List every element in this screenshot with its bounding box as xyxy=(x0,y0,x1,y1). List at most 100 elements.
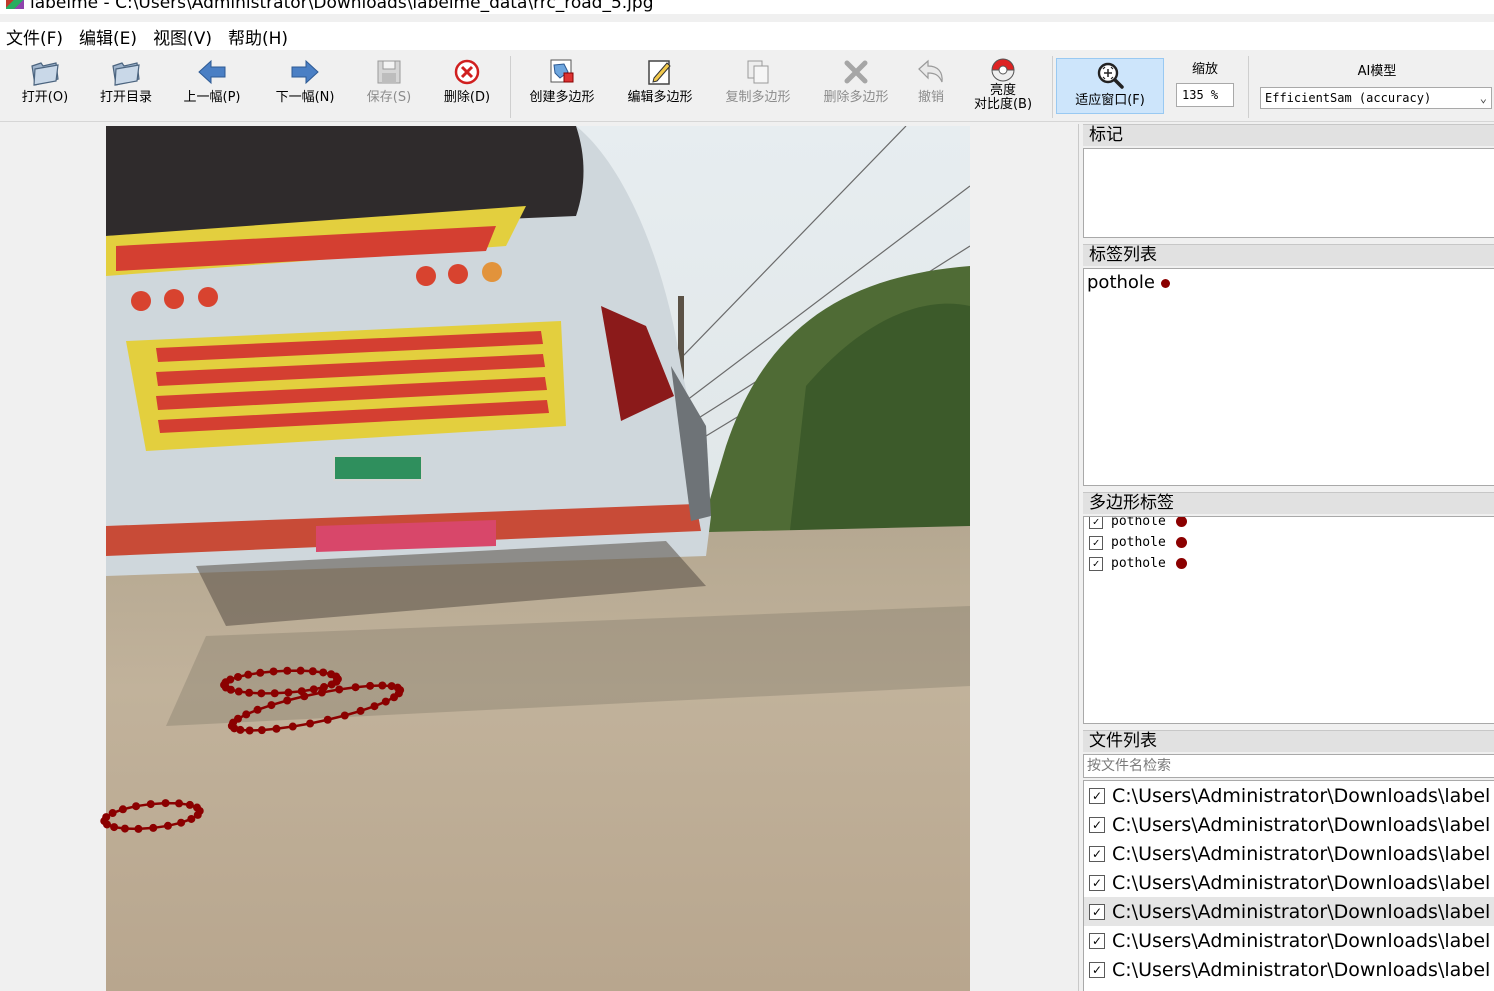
polygon-vertex[interactable] xyxy=(120,824,129,833)
polygon-vertex[interactable] xyxy=(308,667,317,676)
delete-polygon-button[interactable]: 删除多边形 xyxy=(814,56,898,118)
polygon-vertex[interactable] xyxy=(118,805,127,814)
checkbox-checked-icon[interactable]: ✓ xyxy=(1089,903,1105,920)
polygon-vertex[interactable] xyxy=(267,701,276,710)
menu-help[interactable]: 帮助(H) xyxy=(228,24,288,49)
prev-image-button[interactable]: 上一幅(P) xyxy=(174,56,250,118)
polygon-vertex[interactable] xyxy=(163,821,172,830)
polygon-vertex[interactable] xyxy=(393,683,402,692)
checkbox-checked-icon[interactable]: ✓ xyxy=(1089,845,1105,862)
image-canvas[interactable] xyxy=(0,124,1076,991)
polygon-label-list[interactable]: ✓ pothole ✓ pothole ✓ pothole xyxy=(1083,516,1494,724)
polygon-vertex[interactable] xyxy=(300,692,309,701)
polygon-vertex[interactable] xyxy=(323,715,332,724)
polygon-vertex[interactable] xyxy=(257,726,266,735)
polygon-vertex[interactable] xyxy=(356,706,365,715)
polygon-vertex[interactable] xyxy=(296,666,305,675)
polygon-vertex[interactable] xyxy=(185,800,194,809)
open-dir-button[interactable]: 打开目录 xyxy=(92,56,160,118)
checkbox-checked-icon[interactable]: ✓ xyxy=(1089,556,1103,571)
checkbox-checked-icon[interactable]: ✓ xyxy=(1089,816,1105,833)
polygon-vertex[interactable] xyxy=(193,803,202,812)
polygon-vertex[interactable] xyxy=(257,689,266,698)
polygon-vertex[interactable] xyxy=(187,814,196,823)
copy-polygon-button[interactable]: 复制多边形 xyxy=(716,56,800,118)
polygon-vertex[interactable] xyxy=(161,799,170,808)
polygon-vertex[interactable] xyxy=(149,823,158,832)
checkbox-checked-icon[interactable]: ✓ xyxy=(1089,932,1105,949)
polygon-vertex[interactable] xyxy=(242,710,251,719)
checkbox-checked-icon[interactable]: ✓ xyxy=(1089,517,1103,529)
polygon-vertex[interactable] xyxy=(340,711,349,720)
polygon-vertex[interactable] xyxy=(175,799,184,808)
checkbox-checked-icon[interactable]: ✓ xyxy=(1089,961,1105,978)
polygon-vertex[interactable] xyxy=(270,689,279,698)
create-polygon-button[interactable]: 创建多边形 xyxy=(520,56,604,118)
polygon-vertex[interactable] xyxy=(234,687,243,696)
polygon-vertex[interactable] xyxy=(309,685,318,694)
menu-view[interactable]: 视图(V) xyxy=(153,24,212,49)
polygon-vertex[interactable] xyxy=(245,726,254,735)
zoom-input[interactable] xyxy=(1176,83,1234,107)
polygon-vertex[interactable] xyxy=(306,719,315,728)
file-search-input[interactable]: 按文件名检索 xyxy=(1083,754,1494,778)
open-button[interactable]: 打开(O) xyxy=(14,56,76,118)
polygon-vertex[interactable] xyxy=(378,681,387,690)
polygon-vertex[interactable] xyxy=(177,818,186,827)
label-list[interactable]: pothole xyxy=(1083,268,1494,486)
polygon-vertex[interactable] xyxy=(351,683,360,692)
polygon-vertex[interactable] xyxy=(253,705,262,714)
polygon-vertex[interactable] xyxy=(256,668,265,677)
file-list-item[interactable]: ✓ C:\Users\Administrator\Downloads\label xyxy=(1084,955,1494,984)
ai-model-select[interactable]: EfficientSam (accuracy) ⌄ xyxy=(1260,87,1492,109)
file-list-item[interactable]: ✓ C:\Users\Administrator\Downloads\label xyxy=(1084,926,1494,955)
file-list-item-selected[interactable]: ✓ C:\Users\Administrator\Downloads\label xyxy=(1084,897,1494,926)
polygon-vertex[interactable] xyxy=(132,802,141,811)
polygon-vertex[interactable] xyxy=(283,666,292,675)
polygon-vertex[interactable] xyxy=(134,824,143,833)
polygon-vertex[interactable] xyxy=(335,685,344,694)
polygon-vertex[interactable] xyxy=(146,800,155,809)
polygon-vertex[interactable] xyxy=(366,681,375,690)
next-image-button[interactable]: 下一幅(N) xyxy=(266,56,344,118)
polygon-list-item[interactable]: ✓ pothole xyxy=(1084,553,1494,574)
polygon-vertex[interactable] xyxy=(283,696,292,705)
polygon-vertex[interactable] xyxy=(317,688,326,697)
checkbox-checked-icon[interactable]: ✓ xyxy=(1089,874,1105,891)
polygon-vertex[interactable] xyxy=(226,675,235,684)
polygon-list-item[interactable]: ✓ pothole xyxy=(1084,517,1494,532)
checkbox-checked-icon[interactable]: ✓ xyxy=(1089,535,1103,550)
checkbox-checked-icon[interactable]: ✓ xyxy=(1089,787,1105,804)
file-list-item[interactable]: ✓ C:\Users\Administrator\Downloads\label xyxy=(1084,839,1494,868)
menu-file[interactable]: 文件(F) xyxy=(6,24,63,49)
save-button[interactable]: 保存(S) xyxy=(358,56,420,118)
brightness-contrast-button[interactable]: 亮度 对比度(B) xyxy=(964,56,1042,118)
polygon-vertex[interactable] xyxy=(108,809,117,818)
polygon-vertex[interactable] xyxy=(269,667,278,676)
polygon-vertex[interactable] xyxy=(288,722,297,731)
polygon-vertex[interactable] xyxy=(319,668,328,677)
polygon-vertex[interactable] xyxy=(381,697,390,706)
polygon-vertex[interactable] xyxy=(110,823,119,832)
polygon-vertex[interactable] xyxy=(245,688,254,697)
file-list-item[interactable]: ✓ C:\Users\Administrator\Downloads\label xyxy=(1084,868,1494,897)
file-list-item[interactable]: ✓ C:\Users\Administrator\Downloads\label xyxy=(1084,781,1494,810)
delete-file-button[interactable]: 删除(D) xyxy=(436,56,498,118)
polygon-vertex[interactable] xyxy=(244,670,253,679)
polygon-vertex[interactable] xyxy=(370,702,379,711)
undo-button[interactable]: 撤销 xyxy=(908,56,954,118)
polygon-vertex[interactable] xyxy=(234,672,243,681)
polygon-list-item[interactable]: ✓ pothole xyxy=(1084,532,1494,553)
polygon-vertex[interactable] xyxy=(272,724,281,733)
label-list-item[interactable]: pothole xyxy=(1084,271,1494,295)
menu-edit[interactable]: 编辑(E) xyxy=(79,24,137,49)
file-list-item[interactable]: ✓ C:\Users\Administrator\Downloads\label xyxy=(1084,810,1494,839)
polygon-vertex[interactable] xyxy=(284,688,293,697)
edit-polygon-button[interactable]: 编辑多边形 xyxy=(618,56,702,118)
polygon-vertex[interactable] xyxy=(327,680,336,689)
polygon-vertex[interactable] xyxy=(233,714,242,723)
fit-window-button[interactable]: 适应窗口(F) xyxy=(1056,58,1164,114)
polygon-vertex[interactable] xyxy=(332,672,341,681)
file-list[interactable]: ✓ C:\Users\Administrator\Downloads\label … xyxy=(1083,780,1494,991)
polygon-vertex[interactable] xyxy=(390,693,399,702)
